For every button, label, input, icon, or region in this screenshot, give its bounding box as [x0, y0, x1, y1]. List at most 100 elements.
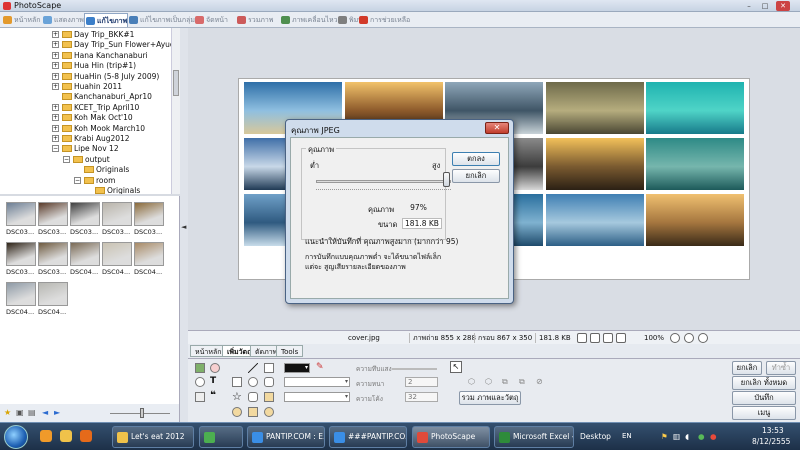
tab-animated-gif[interactable]: ภาพเคลื่อนไหว — [280, 13, 338, 27]
menu-button[interactable]: เมนู — [732, 406, 796, 420]
edit-tab-home[interactable]: หน้าหลัก — [190, 345, 227, 357]
text-tool-icon[interactable]: T — [210, 376, 216, 386]
expand-icon[interactable]: + — [52, 41, 59, 49]
thumbnail[interactable]: DSC04... — [38, 282, 68, 316]
speech-balloon-icon[interactable] — [195, 377, 205, 387]
tab-help[interactable]: การช่วยเหลือ — [358, 13, 410, 27]
crop-icon[interactable] — [603, 333, 613, 343]
taskbar-button[interactable]: Microsoft Excel - ... — [494, 426, 574, 448]
edit-tab-tools[interactable]: Tools — [276, 345, 304, 357]
color-dropdown[interactable]: ▾ — [284, 363, 310, 373]
thumb-size-slider-knob[interactable] — [140, 408, 144, 418]
thumbnail[interactable]: DSC04... — [70, 242, 100, 276]
collapse-icon[interactable]: − — [74, 176, 81, 184]
send-back-icon[interactable]: ⬡ — [485, 377, 492, 386]
pointer-tool-icon[interactable]: ↖ — [450, 361, 462, 373]
media-player-icon[interactable] — [40, 430, 52, 442]
tab-batch-editor[interactable]: แก้ไขภาพเป็นกลุ่ม — [128, 13, 195, 27]
zoom-window-icon[interactable] — [616, 333, 626, 343]
expand-icon[interactable]: + — [52, 51, 59, 59]
redo-button[interactable]: ทำซ้ำ — [766, 361, 796, 375]
cancel-button[interactable]: ยกเลิก — [452, 169, 500, 183]
taskbar-button[interactable]: PhotoScape — [412, 426, 490, 448]
expand-icon[interactable]: + — [52, 114, 59, 122]
tab-home[interactable]: หน้าหลัก — [2, 13, 40, 27]
expand-icon[interactable]: + — [52, 62, 59, 70]
thumbnail[interactable]: DSC04... — [102, 242, 132, 276]
taskbar-button[interactable]: Let's eat 2012 — [112, 426, 194, 448]
pentagon-tool-icon[interactable] — [264, 377, 274, 387]
quality-slider-track[interactable] — [316, 180, 451, 183]
thumbnail[interactable]: DSC03... — [38, 242, 68, 276]
clock-time[interactable]: 13:53 — [762, 426, 784, 435]
scroll-thumb[interactable] — [173, 70, 179, 96]
opacity-slider[interactable] — [392, 368, 437, 370]
quality-slider-knob[interactable] — [442, 172, 450, 187]
panel-splitter[interactable]: ◄ — [180, 28, 188, 422]
expand-icon[interactable]: + — [52, 135, 59, 142]
thumbnail[interactable]: DSC03... — [102, 202, 132, 236]
tab-viewer[interactable]: แสดงภาพ — [42, 13, 84, 27]
selection-tool-icon[interactable] — [232, 363, 242, 373]
fill-rect-tool-icon[interactable] — [264, 392, 274, 402]
firefox-icon[interactable] — [80, 430, 92, 442]
volume-icon[interactable]: ◖ — [685, 432, 689, 441]
line-style-dropdown[interactable]: ▾ — [284, 377, 350, 387]
copy-object-icon[interactable]: ⧉ — [502, 377, 508, 387]
icon-object-icon[interactable] — [210, 363, 220, 373]
maximize-button[interactable]: □ — [758, 1, 772, 11]
collapse-icon[interactable]: − — [63, 155, 70, 163]
roundness-input[interactable]: 32 — [405, 392, 438, 402]
expand-icon[interactable]: + — [52, 31, 59, 38]
expand-icon[interactable]: + — [52, 103, 59, 111]
paste-object-icon[interactable]: ⧉ — [519, 377, 525, 387]
eyedropper-icon[interactable]: ✎ — [316, 362, 324, 372]
undo-button[interactable]: ยกเลิก — [732, 361, 762, 375]
ellipse-tool-icon[interactable] — [248, 377, 258, 387]
zoom-out-icon[interactable] — [684, 333, 694, 343]
thumbnail[interactable]: DSC04... — [6, 282, 36, 316]
folder-open-icon[interactable]: ▤ — [28, 409, 37, 417]
rounded-rect-tool-icon[interactable] — [248, 392, 258, 402]
desktop-toolbar[interactable]: Desktop — [580, 432, 611, 441]
circle-fill-tool-icon[interactable] — [232, 407, 242, 417]
collapse-icon[interactable]: − — [52, 145, 59, 153]
tab-page[interactable]: จัดหน้า — [194, 13, 228, 27]
expand-icon[interactable]: + — [52, 72, 59, 80]
zoom-in-icon[interactable] — [670, 333, 680, 343]
tree-scrollbar[interactable] — [171, 28, 180, 194]
oval-fill-tool-icon[interactable] — [264, 407, 274, 417]
tray-app-icon-2[interactable]: ● — [710, 432, 717, 441]
ok-button[interactable]: ตกลง — [452, 152, 500, 166]
expand-icon[interactable]: + — [52, 83, 59, 90]
thumbnail[interactable]: DSC03... — [6, 202, 36, 236]
collapse-arrow-icon[interactable]: ◄ — [181, 223, 186, 231]
windows-start-icon[interactable] — [4, 425, 28, 449]
taskbar-button[interactable]: ###PANTIP.CO... — [329, 426, 407, 448]
thickness-input[interactable]: 2 — [405, 377, 438, 387]
actual-size-icon[interactable] — [590, 333, 600, 343]
folder-add-icon[interactable]: ▣ — [16, 409, 25, 417]
info-icon[interactable] — [698, 333, 708, 343]
expand-icon[interactable]: + — [52, 124, 59, 132]
taskbar-button[interactable] — [199, 426, 243, 448]
fill-style-dropdown[interactable]: ▾ — [284, 392, 350, 402]
stamp-icon[interactable] — [195, 392, 205, 402]
line-tool-icon[interactable] — [248, 363, 258, 373]
taskbar-button[interactable]: PANTIP.COM : E... — [247, 426, 325, 448]
fit-screen-icon[interactable] — [577, 333, 587, 343]
save-button[interactable]: บันทึก — [732, 391, 796, 405]
favorite-star-icon[interactable]: ★ — [4, 409, 13, 417]
flag-icon[interactable]: ⚑ — [661, 432, 668, 441]
thumbnail[interactable]: DSC03... — [6, 242, 36, 276]
back-arrow-icon[interactable]: ◄ — [42, 409, 51, 417]
rectangle-tool-icon[interactable] — [264, 363, 274, 373]
thumbnail[interactable]: DSC03... — [38, 202, 68, 236]
photo-object-icon[interactable] — [195, 363, 205, 373]
square-tool-icon[interactable] — [232, 377, 242, 387]
bring-front-icon[interactable]: ⬡ — [468, 377, 475, 386]
thumbnail[interactable]: DSC04... — [134, 242, 164, 276]
tray-app-icon[interactable]: ● — [698, 432, 705, 441]
shape-fill-tool-icon[interactable] — [248, 407, 258, 417]
merge-objects-button[interactable]: รวม ภาพและวัตถุ — [459, 391, 521, 405]
